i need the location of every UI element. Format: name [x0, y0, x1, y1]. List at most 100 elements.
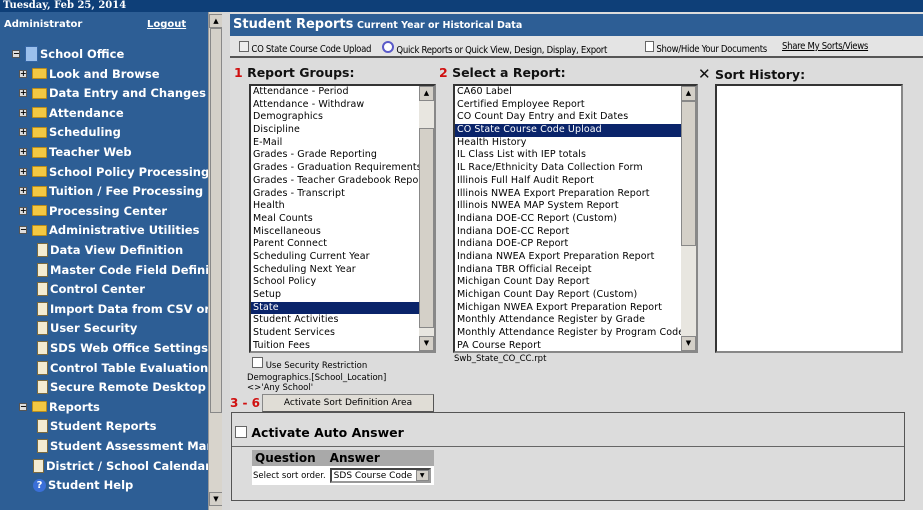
- list-item[interactable]: E-Mail: [251, 137, 434, 150]
- folder-2[interactable]: + Attendance: [19, 104, 124, 122]
- list-item[interactable]: Meal Counts: [251, 213, 434, 226]
- report-item-1[interactable]: Student Assessment Manag: [37, 437, 208, 455]
- scroll-thumb[interactable]: [681, 101, 696, 246]
- share-sorts-link[interactable]: Share My Sorts/Views: [782, 41, 868, 52]
- activate-sort-definition-button[interactable]: Activate Sort Definition Area: [262, 394, 434, 412]
- list-item[interactable]: Setup: [251, 289, 434, 302]
- scroll-thumb[interactable]: [419, 128, 434, 328]
- collapse-icon[interactable]: −: [12, 50, 20, 58]
- list-item[interactable]: IL Race/Ethnicity Data Collection Form: [455, 162, 696, 175]
- list-item[interactable]: Parent Connect: [251, 238, 434, 251]
- admin-item-3[interactable]: Import Data from CSV or TXT: [37, 300, 208, 318]
- list-item[interactable]: Attendance - Period: [251, 86, 434, 99]
- scroll-up-icon[interactable]: ▲: [419, 86, 434, 101]
- expand-icon[interactable]: +: [19, 69, 27, 78]
- expand-icon[interactable]: +: [19, 167, 27, 176]
- scroll-down-icon[interactable]: ▼: [209, 492, 223, 506]
- list-item[interactable]: Michigan NWEA Export Preparation Report: [455, 302, 696, 315]
- list-item[interactable]: Student Services: [251, 327, 434, 340]
- logout-link[interactable]: Logout: [147, 19, 186, 30]
- list-item[interactable]: Attendance - Withdraw: [251, 99, 434, 112]
- folder-4[interactable]: + Teacher Web: [19, 143, 132, 161]
- show-hide-documents-button[interactable]: Show/Hide Your Documents: [645, 41, 767, 55]
- admin-item-1[interactable]: Master Code Field Definition: [37, 261, 208, 279]
- list-item[interactable]: Miscellaneous: [251, 226, 434, 239]
- folder-1[interactable]: + Data Entry and Changes: [19, 84, 206, 102]
- folder-reports[interactable]: − Reports: [19, 398, 100, 416]
- admin-item-7[interactable]: Secure Remote Desktop Con: [37, 378, 208, 396]
- expand-icon[interactable]: +: [19, 128, 27, 137]
- list-item[interactable]: Monthly Attendance Register by Program C…: [455, 327, 696, 340]
- list-item[interactable]: Michigan Count Day Report (Custom): [455, 289, 696, 302]
- list-item[interactable]: Grades - Teacher Gradebook Report: [251, 175, 434, 188]
- admin-item-5[interactable]: SDS Web Office Settings: [37, 339, 208, 357]
- close-icon[interactable]: ✕: [698, 65, 711, 83]
- list-item[interactable]: Illinois Full Half Audit Report: [455, 175, 696, 188]
- sidebar-scrollbar[interactable]: ▲ ▼: [208, 12, 223, 510]
- groups-scrollbar[interactable]: ▲ ▼: [419, 86, 434, 351]
- admin-item-2[interactable]: Control Center: [37, 280, 145, 298]
- list-item[interactable]: PA Course Report: [455, 340, 696, 351]
- folder-0[interactable]: + Look and Browse: [19, 65, 160, 83]
- list-item[interactable]: Indiana DOE-CP Report: [455, 238, 696, 251]
- list-item[interactable]: Indiana NWEA Export Preparation Report: [455, 251, 696, 264]
- list-item[interactable]: Indiana DOE-CC Report: [455, 226, 696, 239]
- list-item[interactable]: Grades - Transcript: [251, 188, 434, 201]
- list-item[interactable]: Scheduling Current Year: [251, 251, 434, 264]
- list-item[interactable]: CA60 Label: [455, 86, 696, 99]
- upload-button[interactable]: CO State Course Code Upload: [239, 41, 371, 55]
- folder-7[interactable]: + Processing Center: [19, 202, 167, 220]
- list-item[interactable]: CO State Course Code Upload: [455, 124, 696, 137]
- list-item[interactable]: Health: [251, 200, 434, 213]
- expand-icon[interactable]: +: [19, 187, 27, 196]
- collapse-icon[interactable]: −: [19, 402, 27, 411]
- list-item[interactable]: Demographics: [251, 111, 434, 124]
- scroll-up-icon[interactable]: ▲: [681, 86, 696, 101]
- scroll-thumb[interactable]: [210, 28, 222, 413]
- list-item[interactable]: Indiana TBR Official Receipt: [455, 264, 696, 277]
- list-item[interactable]: Monthly Attendance Register by Grade: [455, 314, 696, 327]
- list-item[interactable]: Health History: [455, 137, 696, 150]
- list-item[interactable]: Scheduling Next Year: [251, 264, 434, 277]
- sort-history-list[interactable]: [715, 84, 903, 353]
- list-item[interactable]: Discipline: [251, 124, 434, 137]
- list-item[interactable]: Illinois NWEA MAP System Report: [455, 200, 696, 213]
- folder-5[interactable]: + School Policy Processing: [19, 163, 208, 181]
- security-checkbox[interactable]: [252, 357, 263, 368]
- calendar-item[interactable]: District / School Calendar: [33, 457, 208, 475]
- answer-select[interactable]: SDS Course Code ▼: [329, 468, 431, 483]
- list-item[interactable]: CO Count Day Entry and Exit Dates: [455, 111, 696, 124]
- expand-icon[interactable]: +: [19, 206, 27, 215]
- collapse-icon[interactable]: −: [19, 226, 27, 235]
- security-restriction[interactable]: Use Security Restriction: [252, 357, 367, 371]
- folder-3[interactable]: + Scheduling: [19, 123, 121, 141]
- report-groups-list[interactable]: Attendance - Period Attendance - Withdraw…: [249, 84, 436, 353]
- folder-administrative-utilities[interactable]: − Administrative Utilities: [19, 221, 199, 239]
- expand-icon[interactable]: +: [19, 108, 27, 117]
- tree-item-school-office[interactable]: − School Office: [12, 45, 124, 63]
- reports-list[interactable]: CA60 Label Certified Employee Report CO Co…: [453, 84, 698, 353]
- reports-scrollbar[interactable]: ▲ ▼: [681, 86, 696, 351]
- scroll-down-icon[interactable]: ▼: [419, 336, 434, 351]
- chevron-down-icon[interactable]: ▼: [415, 470, 429, 481]
- list-item[interactable]: Student Activities: [251, 314, 434, 327]
- expand-icon[interactable]: +: [19, 89, 27, 98]
- folder-6[interactable]: + Tuition / Fee Processing: [19, 182, 203, 200]
- expand-icon[interactable]: +: [19, 148, 27, 156]
- list-item[interactable]: Certified Employee Report: [455, 99, 696, 112]
- admin-item-0[interactable]: Data View Definition: [37, 241, 183, 259]
- list-item[interactable]: Illinois NWEA Export Preparation Report: [455, 188, 696, 201]
- list-item[interactable]: Grades - Graduation Requirements: [251, 162, 434, 175]
- list-item[interactable]: School Policy: [251, 276, 434, 289]
- list-item[interactable]: State: [251, 301, 434, 315]
- admin-item-6[interactable]: Control Table Evaluation: [37, 359, 208, 377]
- auto-answer-checkbox[interactable]: [235, 426, 247, 438]
- student-help-item[interactable]: ? Student Help: [33, 476, 133, 494]
- list-item[interactable]: Tuition Fees: [251, 340, 434, 351]
- auto-answer-toggle[interactable]: Activate Auto Answer: [235, 425, 404, 440]
- admin-item-4[interactable]: User Security: [37, 319, 137, 337]
- quick-reports-button[interactable]: Quick Reports or Quick View, Design, Dis…: [382, 41, 607, 56]
- list-item[interactable]: IL Class List with IEP totals: [455, 149, 696, 162]
- scroll-down-icon[interactable]: ▼: [681, 336, 696, 351]
- list-item[interactable]: Indiana DOE-CC Report (Custom): [455, 213, 696, 226]
